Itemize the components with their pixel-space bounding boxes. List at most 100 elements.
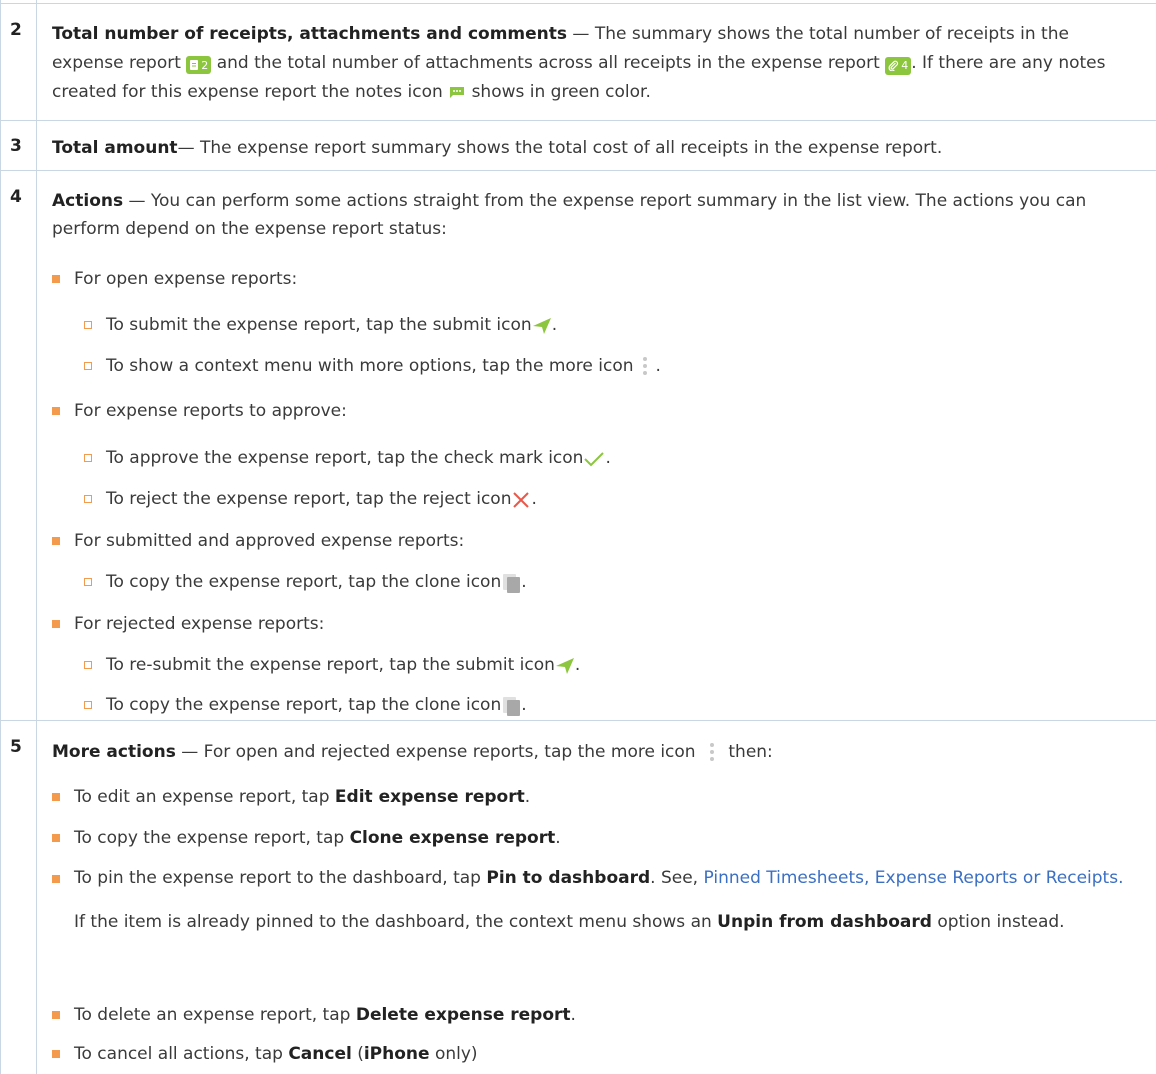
- row-title: Total number of receipts, attachments an…: [52, 24, 568, 44]
- list-item-text: To delete an expense report, tap Delete …: [74, 1005, 576, 1025]
- note-paragraph: If the item is already pinned to the das…: [74, 912, 1065, 932]
- list-item-text: To edit an expense report, tap Edit expe…: [74, 787, 531, 807]
- row-title: More actions: [52, 742, 176, 762]
- attachment-count-badge: 4: [885, 56, 912, 75]
- text: then:: [722, 742, 773, 762]
- row-number: 2: [10, 20, 22, 40]
- row-number: 3: [10, 136, 22, 156]
- list-item: To edit an expense report, tap Edit expe…: [52, 782, 530, 813]
- table-column-divider: [36, 0, 37, 1074]
- text: — The expense report summary shows the t…: [177, 138, 943, 158]
- bullet: [52, 1011, 60, 1019]
- list-item-text: To copy the expense report, tap the clon…: [106, 695, 502, 715]
- check-mark-icon: [584, 452, 605, 467]
- bullet: [52, 834, 60, 842]
- attachment-count: 4: [901, 59, 909, 72]
- list-item: To re-submit the expense report, tap the…: [84, 650, 580, 681]
- row-paragraph: Total number of receipts, attachments an…: [52, 20, 1142, 107]
- row-divider: [0, 120, 1156, 121]
- sub-bullet: [84, 362, 92, 370]
- pinned-items-link[interactable]: Pinned Timesheets, Expense Reports or Re…: [703, 868, 1123, 888]
- list-item: To approve the expense report, tap the c…: [84, 443, 611, 474]
- list-item: To submit the expense report, tap the su…: [84, 310, 557, 341]
- list-item: For submitted and approved expense repor…: [52, 526, 464, 557]
- list-item-text: To cancel all actions, tap Cancel (iPhon…: [74, 1044, 478, 1064]
- list-item: To copy the expense report, tap the clon…: [84, 690, 527, 721]
- submit-icon: [555, 658, 574, 674]
- row-title: Actions: [52, 191, 124, 211]
- submit-icon: [532, 318, 551, 334]
- list-item-text: To submit the expense report, tap the su…: [106, 315, 532, 335]
- sub-bullet: [84, 578, 92, 586]
- text: — For open and rejected expense reports,…: [175, 742, 701, 762]
- list-item: For rejected expense reports:: [52, 609, 324, 640]
- list-item: For open expense reports:: [52, 264, 297, 295]
- sub-bullet: [84, 321, 92, 329]
- clone-icon: [503, 697, 521, 716]
- reject-icon: [513, 492, 530, 508]
- list-item: For expense reports to approve:: [52, 396, 347, 427]
- table-left-border: [0, 0, 1, 1074]
- row-content: Total number of receipts, attachments an…: [52, 20, 1142, 107]
- list-item-text: To copy the expense report, tap the clon…: [106, 572, 502, 592]
- list-item: To delete an expense report, tap Delete …: [52, 1000, 576, 1031]
- list-item-text: To reject the expense report, tap the re…: [106, 489, 512, 509]
- list-item: To pin the expense report to the dashboa…: [52, 864, 1142, 936]
- receipt-icon: [190, 60, 199, 70]
- text: shows in green color.: [466, 82, 651, 102]
- more-icon: [709, 743, 714, 761]
- notes-icon: [450, 87, 465, 98]
- row-number: 4: [10, 187, 22, 207]
- menu-option-name: Clone expense report: [349, 828, 556, 848]
- menu-option-name: Delete expense report: [355, 1005, 571, 1025]
- row-number: 5: [10, 737, 22, 757]
- row-paragraph: Total amount— The expense report summary…: [52, 136, 1142, 160]
- clone-icon: [503, 574, 521, 593]
- bullet: [52, 275, 60, 283]
- list-item: To show a context menu with more options…: [84, 351, 661, 382]
- row-content: Actions — You can perform some actions s…: [52, 187, 1142, 717]
- menu-option-name: Edit expense report: [334, 787, 525, 807]
- list-item-text: For submitted and approved expense repor…: [74, 531, 465, 551]
- row-divider: [0, 3, 1156, 4]
- bullet: [52, 793, 60, 801]
- list-item-text: To re-submit the expense report, tap the…: [106, 655, 555, 675]
- list-item-text: To show a context menu with more options…: [106, 356, 634, 376]
- device-name: iPhone: [363, 1044, 430, 1064]
- row-content: More actions — For open and rejected exp…: [52, 737, 1142, 1067]
- row-divider: [0, 170, 1156, 171]
- receipt-count-badge: 2: [186, 56, 212, 74]
- list-item: To cancel all actions, tap Cancel (iPhon…: [52, 1039, 478, 1070]
- list-item-text: To approve the expense report, tap the c…: [106, 448, 584, 468]
- list-item-text: To copy the expense report, tap Clone ex…: [74, 828, 561, 848]
- menu-option-name: Pin to dashboard: [486, 868, 651, 888]
- row-paragraph: Actions — You can perform some actions s…: [52, 187, 1142, 243]
- text: and the total number of attachments acro…: [211, 53, 886, 73]
- sub-bullet: [84, 495, 92, 503]
- list-item: To copy the expense report, tap Clone ex…: [52, 823, 561, 854]
- more-icon: [642, 357, 647, 375]
- row-paragraph: More actions — For open and rejected exp…: [52, 737, 773, 768]
- expense-report-table: 2 Total number of receipts, attachments …: [0, 0, 1156, 1074]
- menu-option-name: Unpin from dashboard: [717, 912, 932, 932]
- list-item-text: For rejected expense reports:: [74, 614, 325, 634]
- list-item: To reject the expense report, tap the re…: [84, 484, 537, 515]
- bullet: [52, 875, 60, 883]
- paperclip-icon: [888, 60, 899, 71]
- bullet: [52, 620, 60, 628]
- sub-bullet: [84, 701, 92, 709]
- bullet: [52, 1050, 60, 1058]
- receipt-count: 2: [201, 58, 209, 72]
- text: — You can perform some actions straight …: [52, 191, 1087, 239]
- sub-bullet: [84, 661, 92, 669]
- bullet: [52, 407, 60, 415]
- menu-option-name: Cancel: [288, 1044, 352, 1064]
- list-item: To copy the expense report, tap the clon…: [84, 567, 527, 598]
- list-item-text: To pin the expense report to the dashboa…: [74, 864, 1123, 936]
- row-content: Total amount— The expense report summary…: [52, 136, 1142, 160]
- row-title: Total amount: [52, 138, 178, 158]
- list-item-text: For expense reports to approve:: [74, 401, 347, 421]
- bullet: [52, 537, 60, 545]
- list-item-text: For open expense reports:: [74, 269, 298, 289]
- sub-bullet: [84, 454, 92, 462]
